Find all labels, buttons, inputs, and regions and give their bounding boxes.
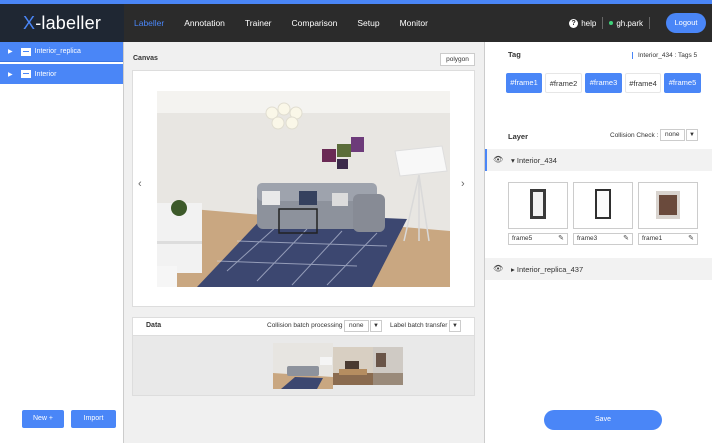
frame-thumbnail [656,191,680,219]
frame-thumbnail [595,189,611,219]
frame-name-field[interactable]: frame1 ✎ [638,233,698,245]
polygon-mode-button[interactable]: polygon [440,53,475,66]
layer-name-text: Interior_434 [516,156,557,165]
chevron-left-icon[interactable]: ‹ [138,178,142,190]
ceiling [157,91,450,113]
sofa-arm [353,194,385,232]
tag-count-info: Interior_434 : Tags 5 [632,52,697,59]
plant [171,200,187,216]
tag-frame1[interactable]: #frame1 [506,73,542,93]
collision-check-select[interactable]: none [660,129,685,141]
wall-frame [337,144,351,157]
tag-frame4[interactable]: #frame4 [625,73,661,93]
pencil-icon[interactable]: ✎ [688,234,694,244]
header-separator-2 [649,17,650,29]
new-button[interactable]: New + [22,410,64,428]
frame-thumbnail [530,189,546,219]
cushion [262,191,280,205]
layer-name: ▾ Interior_434 [511,156,557,165]
logo-text: -labeller [35,13,102,33]
frame-name: frame3 [577,235,598,242]
collision-batch-select[interactable]: none [344,320,369,332]
layer-name: ▸ Interior_replica_437 [511,265,584,274]
chevron-right-icon[interactable]: › [461,178,465,190]
nav-setup[interactable]: Setup [347,4,389,42]
nav-monitor[interactable]: Monitor [390,4,438,42]
canvas-image[interactable] [157,91,450,287]
nav-labeller[interactable]: Labeller [124,4,174,42]
tag-title: Tag [508,50,521,59]
help-link[interactable]: help [581,19,596,28]
wall-frame [337,159,348,169]
folder-icon [20,70,31,78]
logo-x: X [22,13,36,33]
expand-arrow-icon[interactable]: ▶ [8,48,13,55]
chevron-down-icon[interactable]: ▼ [370,320,382,332]
frame-name: frame5 [512,235,533,242]
pencil-icon[interactable]: ✎ [623,234,629,244]
nav-comparison[interactable]: Comparison [282,4,348,42]
expand-arrow-icon[interactable]: ▶ [8,71,13,78]
wall-frame [351,137,364,152]
nav-trainer[interactable]: Trainer [235,4,282,42]
label-batch-transfer-label: Label batch transfer [390,322,448,329]
frame-card-frame5[interactable] [508,182,568,229]
app-logo: X-labeller [0,4,124,42]
chair [157,266,177,287]
collision-check-label: Collision Check : [610,132,659,139]
collision-batch-label: Collision batch processing : [267,322,347,329]
layer-title: Layer [508,132,529,141]
thumbnail-1[interactable] [273,343,333,389]
import-button[interactable]: Import [71,410,116,428]
cushion [299,191,317,205]
cushion [332,193,348,206]
sidebar-item-label: Interior [34,70,57,78]
nav-annotation[interactable]: Annotation [174,4,235,42]
layer-name-text: Interior_replica_437 [516,265,584,274]
online-status-icon [609,21,614,25]
floor-lamp-shade [394,145,448,177]
data-thumbnails [273,343,403,389]
wall-frame [322,149,336,162]
header-separator [602,17,604,29]
data-title: Data [146,322,162,329]
pencil-icon[interactable]: ✎ [558,234,564,244]
frame-name: frame1 [642,235,663,242]
tag-frame3[interactable]: #frame3 [585,73,622,93]
help-icon[interactable]: ? [569,18,579,28]
project-sidebar [0,42,124,443]
cabinet-shelf [157,241,202,244]
tag-frame2[interactable]: #frame2 [545,73,582,93]
thumbnail-2[interactable] [333,347,373,385]
chevron-down-icon[interactable]: ▼ [449,320,461,332]
folder-icon [20,47,31,56]
eye-icon[interactable]: 👁 [493,155,503,164]
thumbnail-3[interactable] [373,347,403,385]
eye-icon[interactable]: 👁 [493,264,503,273]
sidebar-item-label: Interior_replica [34,48,81,55]
frame-card-frame3[interactable] [573,182,633,229]
sidebar-item-interior-replica[interactable]: ▶ Interior_replica [0,42,123,62]
canvas-title: Canvas [133,55,158,62]
frame-name-field[interactable]: frame3 ✎ [573,233,633,245]
chevron-down-icon[interactable]: ▼ [686,129,698,141]
sidebar-item-interior[interactable]: ▶ Interior [0,64,123,84]
logout-button[interactable]: Logout [666,13,706,33]
save-button[interactable]: Save [544,410,662,430]
main-nav: Labeller Annotation Trainer Comparison S… [124,4,438,42]
user-name: gh.park [616,18,643,28]
header-right: ? help gh.park Logout [569,4,706,42]
frame-card-frame1[interactable] [638,182,698,229]
tag-frame5[interactable]: #frame5 [664,73,701,93]
frame-name-field[interactable]: frame5 ✎ [508,233,568,245]
